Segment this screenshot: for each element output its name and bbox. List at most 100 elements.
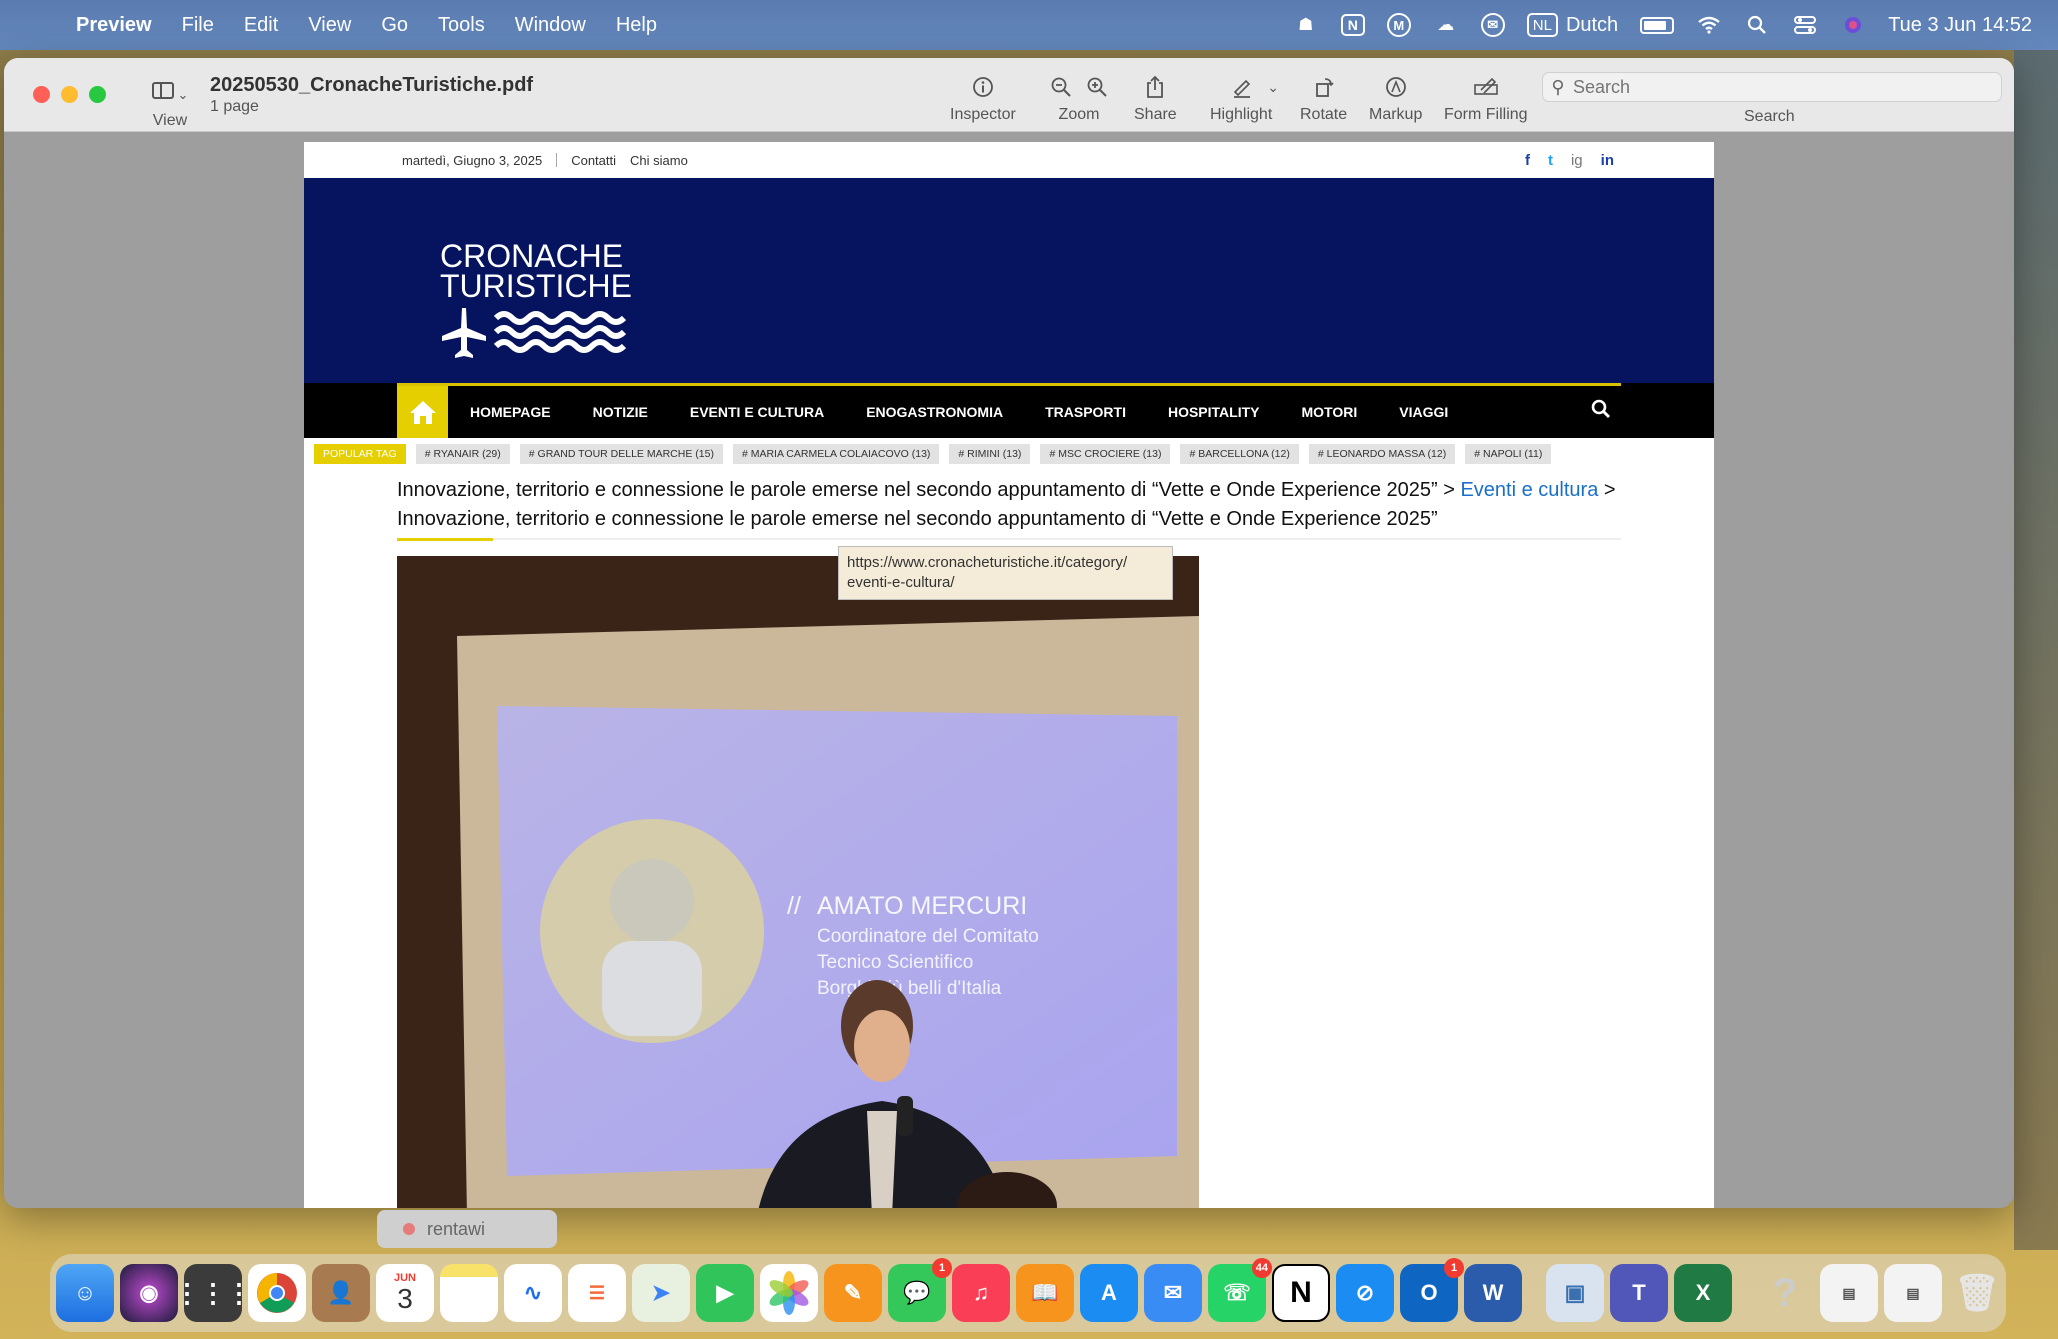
background-window-tab[interactable]: rentawi [377,1210,557,1248]
breadcrumb-category-link[interactable]: Eventi e cultura [1460,479,1598,501]
spotlight-search-icon[interactable] [1744,12,1770,38]
menu-go[interactable]: Go [381,14,408,37]
nav-homepage[interactable]: HOMEPAGE [470,404,551,420]
menu-file[interactable]: File [182,14,214,37]
wifi-icon[interactable] [1696,12,1722,38]
close-button[interactable] [33,86,50,103]
recent-document-icon[interactable]: ▤ [1820,1264,1878,1322]
siri-app-icon[interactable]: ◉ [120,1264,178,1322]
twitter-icon[interactable]: t [1548,152,1553,169]
input-source-menu[interactable]: NL Dutch [1526,13,1618,37]
tag-item[interactable]: # RYANAIR (29) [415,444,510,464]
menu-app-preview[interactable]: Preview [76,14,152,37]
rotate-button[interactable]: Rotate [1300,72,1347,124]
view-menu-button[interactable]: ⌄ View [144,76,196,132]
nav-enogastronomia[interactable]: ENOGASTRONOMIA [866,404,1003,420]
tag-item[interactable]: # LEONARDO MASSA (12) [1308,444,1456,464]
zoom-window-button[interactable] [89,86,106,103]
notion-icon[interactable]: N [1272,1264,1330,1322]
zoom-out-icon[interactable] [1050,76,1072,98]
music-icon[interactable]: ♫ [952,1264,1010,1322]
form-filling-button[interactable]: Form Filling [1444,72,1528,124]
zoom-in-icon[interactable] [1086,76,1108,98]
tag-item[interactable]: # MSC CROCIERE (13) [1040,444,1171,464]
launchpad-icon[interactable]: ⋮⋮⋮ [174,1264,252,1322]
rotate-label: Rotate [1300,106,1348,123]
breadcrumb-article[interactable]: Innovazione, territorio e connessione le… [397,479,1455,501]
trash-icon[interactable]: 🗑 [1948,1264,2006,1322]
tag-item[interactable]: # MARIA CARMELA COLAIACOVO (13) [732,444,940,464]
menu-clock[interactable]: Tue 3 Jun 14:52 [1888,14,2032,37]
teams-icon[interactable]: T [1610,1264,1668,1322]
instagram-icon[interactable]: ig [1571,152,1583,169]
highlight-button[interactable]: ⌄ Highlight [1210,72,1300,124]
siri-icon[interactable] [1840,12,1866,38]
menu-tools[interactable]: Tools [438,14,485,37]
inspector-button[interactable]: Inspector [950,72,1016,124]
pdf-page[interactable]: martedì, Giugno 3, 2025 Contatti Chi sia… [304,142,1714,1208]
menu-view[interactable]: View [308,14,351,37]
safari-icon[interactable]: ⊘ [1336,1264,1394,1322]
messages-icon[interactable]: 💬 1 [888,1258,952,1322]
form-filling-label: Form Filling [1444,106,1528,123]
freeform-icon[interactable]: ∿ [504,1264,562,1322]
mail-icon[interactable]: ✉ [1144,1264,1202,1322]
notes-icon[interactable] [440,1264,498,1322]
chrome-icon[interactable] [248,1264,306,1322]
site-search-icon[interactable] [1591,399,1611,425]
menu-window[interactable]: Window [515,14,586,37]
highlight-chevron-icon[interactable]: ⌄ [1267,79,1279,96]
search-field[interactable]: ⚲ [1542,72,2002,102]
question-mark-icon[interactable]: ? [1756,1264,1814,1322]
nav-viaggi[interactable]: VIAGGI [1399,404,1448,420]
link-chi-siamo[interactable]: Chi siamo [630,153,688,168]
app-store-icon[interactable]: A [1080,1264,1138,1322]
link-contatti[interactable]: Contatti [571,153,616,168]
photos-icon[interactable] [760,1264,818,1322]
battery-icon[interactable] [1640,16,1675,34]
nav-hospitality[interactable]: HOSPITALITY [1168,404,1260,420]
site-logo[interactable]: CRONACHE TURISTICHE [440,240,632,360]
m-status-icon[interactable]: M [1386,13,1411,37]
document-title[interactable]: 20250530_CronacheTuristiche.pdf [210,74,533,97]
contacts-icon[interactable]: 👤 [312,1264,370,1322]
airplane-waves-icon [442,308,627,358]
menu-edit[interactable]: Edit [244,14,278,37]
search-label: Search [1744,108,1795,125]
teams-status-icon[interactable]: ☗ [1293,12,1319,38]
markup-button[interactable]: Markup [1369,72,1422,124]
finder-icon[interactable]: ☺ [56,1264,114,1322]
notification-app-icon[interactable]: ✉ [1480,13,1505,37]
reminders-icon[interactable]: ☰ [568,1264,626,1322]
nav-trasporti[interactable]: TRASPORTI [1045,404,1126,420]
maps-icon[interactable]: ➤ [632,1264,690,1322]
nav-notizie[interactable]: NOTIZIE [593,404,648,420]
outlook-icon[interactable]: O1 [1400,1258,1464,1322]
tag-item[interactable]: # RIMINI (13) [949,444,1031,464]
calendar-icon[interactable]: JUN 3 [376,1264,434,1322]
tag-item[interactable]: # BARCELLONA (12) [1180,444,1299,464]
creative-cloud-icon[interactable]: ☁ [1433,12,1459,38]
search-input[interactable] [1573,76,1973,98]
tag-item[interactable]: # NAPOLI (11) [1465,444,1552,464]
pages-icon[interactable]: ✎ [824,1264,882,1322]
preview-icon[interactable]: ▣ [1546,1264,1604,1322]
share-button[interactable]: Share [1134,72,1177,124]
home-button[interactable] [397,386,448,438]
whatsapp-icon[interactable]: ☏ 44 [1208,1258,1272,1322]
background-tab-label: rentawi [427,1218,486,1239]
control-center-icon[interactable] [1792,12,1818,38]
linkedin-icon[interactable]: in [1601,152,1614,169]
nav-motori[interactable]: MOTORI [1302,404,1358,420]
excel-icon[interactable]: X [1674,1264,1732,1322]
nav-eventi-e-cultura[interactable]: EVENTI E CULTURA [690,404,824,420]
recent-spreadsheet-icon[interactable]: ▤ [1884,1264,1942,1322]
tag-item[interactable]: # GRAND TOUR DELLE MARCHE (15) [519,444,723,464]
notion-status-icon[interactable]: N [1340,14,1365,36]
menu-help[interactable]: Help [616,14,657,37]
minimize-button[interactable] [61,86,78,103]
books-icon[interactable]: 📖 [1016,1264,1074,1322]
facebook-icon[interactable]: f [1525,152,1530,169]
facetime-icon[interactable]: ▶ [696,1264,754,1322]
word-icon[interactable]: W [1464,1264,1522,1322]
